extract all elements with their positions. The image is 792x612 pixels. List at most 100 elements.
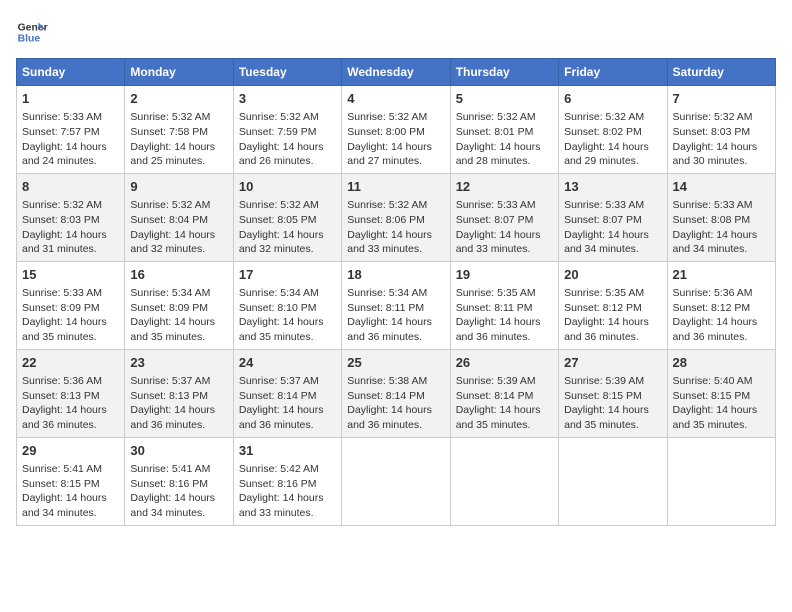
day-info: Sunset: 8:09 PM bbox=[22, 301, 119, 316]
day-number: 22 bbox=[22, 354, 119, 372]
day-info: Sunrise: 5:32 AM bbox=[347, 110, 444, 125]
day-info: Sunrise: 5:36 AM bbox=[22, 374, 119, 389]
calendar-cell: 30Sunrise: 5:41 AMSunset: 8:16 PMDayligh… bbox=[125, 437, 233, 525]
calendar-cell: 12Sunrise: 5:33 AMSunset: 8:07 PMDayligh… bbox=[450, 173, 558, 261]
day-number: 31 bbox=[239, 442, 336, 460]
day-info: Sunset: 7:58 PM bbox=[130, 125, 227, 140]
calendar-cell: 17Sunrise: 5:34 AMSunset: 8:10 PMDayligh… bbox=[233, 261, 341, 349]
day-info: Daylight: 14 hours bbox=[22, 315, 119, 330]
day-number: 17 bbox=[239, 266, 336, 284]
day-info: Sunset: 8:07 PM bbox=[456, 213, 553, 228]
calendar-cell: 22Sunrise: 5:36 AMSunset: 8:13 PMDayligh… bbox=[17, 349, 125, 437]
day-info: Sunset: 8:13 PM bbox=[130, 389, 227, 404]
day-info: and 36 minutes. bbox=[130, 418, 227, 433]
day-info: and 33 minutes. bbox=[456, 242, 553, 257]
day-number: 12 bbox=[456, 178, 553, 196]
day-info: Sunrise: 5:39 AM bbox=[564, 374, 661, 389]
calendar-cell: 18Sunrise: 5:34 AMSunset: 8:11 PMDayligh… bbox=[342, 261, 450, 349]
calendar-cell: 15 Sunrise: 5:33 AMSunset: 8:09 PMDayligh… bbox=[17, 261, 125, 349]
day-info: Sunset: 8:11 PM bbox=[347, 301, 444, 316]
day-info: Daylight: 14 hours bbox=[130, 315, 227, 330]
day-info: and 35 minutes. bbox=[456, 418, 553, 433]
calendar-cell: 1Sunrise: 5:33 AMSunset: 7:57 PMDaylight… bbox=[17, 86, 125, 174]
day-number: 24 bbox=[239, 354, 336, 372]
day-info: and 32 minutes. bbox=[130, 242, 227, 257]
logo-icon: General Blue bbox=[16, 16, 48, 48]
calendar-cell: 20Sunrise: 5:35 AMSunset: 8:12 PMDayligh… bbox=[559, 261, 667, 349]
calendar-table: SundayMondayTuesdayWednesdayThursdayFrid… bbox=[16, 58, 776, 526]
calendar-cell: 14Sunrise: 5:33 AMSunset: 8:08 PMDayligh… bbox=[667, 173, 775, 261]
calendar-cell bbox=[667, 437, 775, 525]
day-info: Sunset: 8:14 PM bbox=[239, 389, 336, 404]
day-number: 2 bbox=[130, 90, 227, 108]
day-info: Sunrise: 5:35 AM bbox=[456, 286, 553, 301]
day-info: and 36 minutes. bbox=[347, 330, 444, 345]
day-info: and 35 minutes. bbox=[564, 418, 661, 433]
day-number: 20 bbox=[564, 266, 661, 284]
day-info: Daylight: 14 hours bbox=[456, 315, 553, 330]
day-info: Daylight: 14 hours bbox=[673, 140, 770, 155]
day-info: and 24 minutes. bbox=[22, 154, 119, 169]
day-info: Sunset: 8:12 PM bbox=[673, 301, 770, 316]
day-number: 25 bbox=[347, 354, 444, 372]
day-info: and 36 minutes. bbox=[564, 330, 661, 345]
calendar-cell: 26Sunrise: 5:39 AMSunset: 8:14 PMDayligh… bbox=[450, 349, 558, 437]
day-number: 8 bbox=[22, 178, 119, 196]
day-info: Daylight: 14 hours bbox=[564, 140, 661, 155]
calendar-cell: 23Sunrise: 5:37 AMSunset: 8:13 PMDayligh… bbox=[125, 349, 233, 437]
day-info: Daylight: 14 hours bbox=[22, 140, 119, 155]
day-info: Daylight: 14 hours bbox=[22, 491, 119, 506]
calendar-cell bbox=[450, 437, 558, 525]
day-info: Sunset: 8:03 PM bbox=[673, 125, 770, 140]
day-info: Sunrise: 5:41 AM bbox=[130, 462, 227, 477]
day-info: Sunrise: 5:34 AM bbox=[347, 286, 444, 301]
day-info: and 33 minutes. bbox=[347, 242, 444, 257]
day-info: Sunset: 8:07 PM bbox=[564, 213, 661, 228]
day-info: and 36 minutes. bbox=[673, 330, 770, 345]
day-header-sunday: Sunday bbox=[17, 59, 125, 86]
day-info: Sunset: 8:16 PM bbox=[130, 477, 227, 492]
calendar-cell: 9Sunrise: 5:32 AMSunset: 8:04 PMDaylight… bbox=[125, 173, 233, 261]
day-info: Daylight: 14 hours bbox=[239, 315, 336, 330]
day-info: Daylight: 14 hours bbox=[456, 403, 553, 418]
day-info: Sunset: 8:10 PM bbox=[239, 301, 336, 316]
day-info: Daylight: 14 hours bbox=[564, 403, 661, 418]
day-info: Sunrise: 5:32 AM bbox=[22, 198, 119, 213]
day-info: Sunset: 8:09 PM bbox=[130, 301, 227, 316]
calendar-body: 1Sunrise: 5:33 AMSunset: 7:57 PMDaylight… bbox=[17, 86, 776, 526]
day-info: Daylight: 14 hours bbox=[239, 491, 336, 506]
day-header-saturday: Saturday bbox=[667, 59, 775, 86]
day-info: Daylight: 14 hours bbox=[130, 403, 227, 418]
day-info: Sunset: 8:13 PM bbox=[22, 389, 119, 404]
day-info: and 36 minutes. bbox=[239, 418, 336, 433]
day-info: Sunrise: 5:37 AM bbox=[239, 374, 336, 389]
day-info: Sunrise: 5:36 AM bbox=[673, 286, 770, 301]
day-info: and 35 minutes. bbox=[22, 330, 119, 345]
day-number: 30 bbox=[130, 442, 227, 460]
day-info: Sunrise: 5:33 AM bbox=[22, 286, 119, 301]
day-info: Daylight: 14 hours bbox=[130, 140, 227, 155]
calendar-cell: 29Sunrise: 5:41 AMSunset: 8:15 PMDayligh… bbox=[17, 437, 125, 525]
logo: General Blue bbox=[16, 16, 48, 48]
day-info: Sunrise: 5:32 AM bbox=[130, 198, 227, 213]
day-number: 15 bbox=[22, 266, 119, 284]
svg-text:Blue: Blue bbox=[18, 34, 41, 45]
day-info: Sunset: 7:59 PM bbox=[239, 125, 336, 140]
day-info: Daylight: 14 hours bbox=[673, 403, 770, 418]
day-info: Daylight: 14 hours bbox=[239, 140, 336, 155]
day-number: 18 bbox=[347, 266, 444, 284]
day-number: 11 bbox=[347, 178, 444, 196]
day-info: and 34 minutes. bbox=[564, 242, 661, 257]
day-info: and 35 minutes. bbox=[130, 330, 227, 345]
week-row-1: 1Sunrise: 5:33 AMSunset: 7:57 PMDaylight… bbox=[17, 86, 776, 174]
day-info: Daylight: 14 hours bbox=[456, 228, 553, 243]
calendar-cell: 11Sunrise: 5:32 AMSunset: 8:06 PMDayligh… bbox=[342, 173, 450, 261]
day-info: Sunrise: 5:34 AM bbox=[130, 286, 227, 301]
day-info: Daylight: 14 hours bbox=[347, 140, 444, 155]
day-info: and 36 minutes. bbox=[22, 418, 119, 433]
day-info: and 33 minutes. bbox=[239, 506, 336, 521]
day-info: Sunset: 8:15 PM bbox=[22, 477, 119, 492]
day-info: Sunset: 8:06 PM bbox=[347, 213, 444, 228]
day-info: Sunset: 8:16 PM bbox=[239, 477, 336, 492]
day-number: 10 bbox=[239, 178, 336, 196]
